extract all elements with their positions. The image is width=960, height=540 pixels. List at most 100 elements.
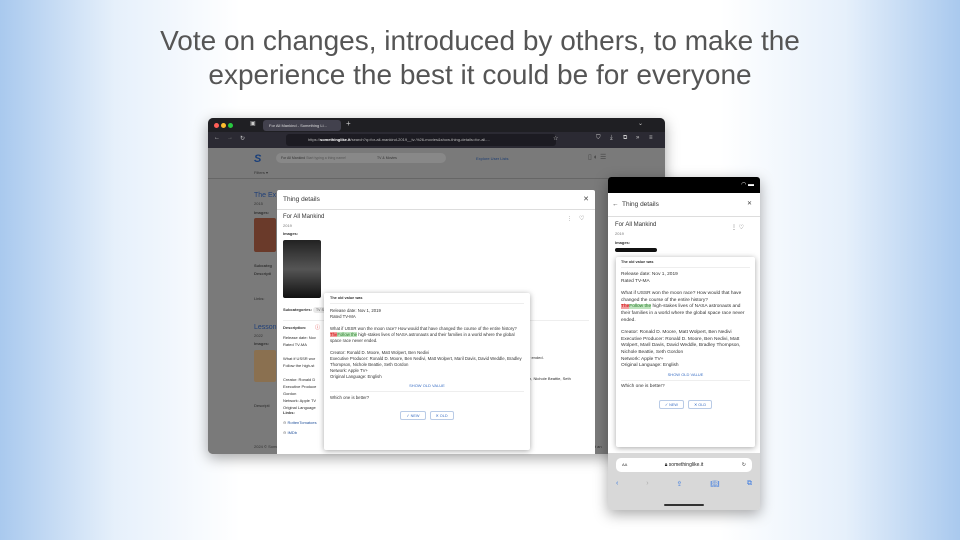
more-tools-icon[interactable]: » (636, 135, 639, 141)
explore-user-lists-link[interactable]: Explore User Lists (476, 156, 508, 161)
browser-tab[interactable]: For All Mankind - Something Li... (263, 120, 341, 131)
filters-label: Filters (254, 170, 265, 175)
desc-line: Rated TV-MA (283, 342, 307, 347)
description-label: Description: (283, 325, 307, 330)
tabs-icon[interactable]: ⧉ (747, 480, 752, 488)
bg-subcategories-label: Subcateg (254, 263, 273, 268)
description-text: Release date: Nov Rated TV-MA What if US… (283, 334, 316, 411)
bookmark-star-icon[interactable]: ☆ (553, 135, 558, 142)
address-bar[interactable]: https://somethinglike.it/search?q=for-al… (286, 134, 556, 146)
desc-line: Creator: Ronald D (283, 377, 316, 382)
back-icon[interactable]: ‹ (616, 480, 618, 488)
vote-old-button[interactable]: ✕ OLD (688, 400, 713, 410)
home-indicator (664, 504, 704, 506)
result-title[interactable]: The Ex (254, 192, 276, 199)
mobile-title: Thing details (622, 201, 659, 208)
vote-old-label: OLD (439, 414, 448, 418)
mobile-header: ← Thing details (608, 193, 760, 217)
status-bar: ◠ ▬ (608, 177, 760, 193)
link-rottentomatoes[interactable]: ⊖ RottenTomatoes (283, 420, 317, 425)
show-old-value-button[interactable]: SHOW OLD VALUE (621, 372, 750, 377)
mobile-url: 🔒︎ somethinglike.it (664, 462, 704, 468)
headline: Vote on changes, introduced by others, t… (0, 24, 960, 92)
search-input[interactable]: For All Mankind Start typing a thing nam… (276, 153, 446, 163)
link-imdb[interactable]: ⊖ IMDb (283, 430, 297, 435)
changed-warning-icon[interactable]: ⓘ (315, 324, 320, 331)
safari-nav: ‹ › ⇪ 📖︎ ⧉ (616, 480, 752, 488)
mobile-domain: somethinglike.it (668, 462, 704, 468)
old-exec: Executive Producer: Ronald D. Moore, Ben… (621, 336, 741, 355)
menu-icon[interactable]: ≡ (649, 135, 653, 141)
old-value-popover: The old value was Release date: Nov 1, 2… (324, 293, 530, 450)
show-old-value-button[interactable]: SHOW OLD VALUE (330, 383, 524, 388)
search-value: For All Mankind (281, 156, 306, 160)
device-icon[interactable]: ▯ ◐ ☰ (588, 153, 606, 161)
links-label: Links: (283, 410, 295, 415)
vote-question: Which one is better? (621, 383, 665, 389)
share-icon[interactable]: ⇪ (676, 480, 682, 488)
reload-icon[interactable]: ↻ (240, 135, 245, 142)
tab-overflow-icon[interactable]: ⌄ (638, 120, 643, 127)
nav-bar: ← → ↻ https://somethinglike.it/search?q=… (208, 132, 665, 148)
url-domain: somethinglike.it (320, 137, 351, 142)
result-images-label: Images: (254, 341, 270, 346)
mobile-phone: ◠ ▬ ← Thing details ✕ For All Mankind 20… (608, 177, 760, 510)
bg-description-label: Descripti (254, 271, 272, 276)
reload-icon[interactable]: ↻ (742, 458, 746, 472)
forward-icon[interactable]: → (227, 135, 233, 141)
subcategories-label: Subcategories: (283, 307, 312, 312)
link-icon: ⊖ (283, 420, 287, 425)
modal-title: Thing details (283, 196, 320, 203)
desc-line: Gordon (283, 391, 297, 396)
images-label: Images: (615, 240, 631, 245)
desc-tail: r ended. (529, 355, 544, 360)
minimize-window-button[interactable] (221, 123, 226, 128)
forward-icon[interactable]: › (646, 480, 648, 488)
old-creator: Creator: Ronald D. Moore, Matt Wolpert, … (621, 330, 732, 336)
extensions-icon[interactable]: ⧉ (623, 135, 627, 142)
result-images-label: Images: (254, 210, 270, 215)
old-release: Release date: Nov 1, 2019 (621, 272, 678, 277)
close-icon[interactable]: ✕ (583, 195, 589, 203)
close-window-button[interactable] (214, 123, 219, 128)
old-rated: Rated TV-MA (621, 278, 650, 284)
more-options-icon[interactable]: ⋮ ♡ (731, 224, 744, 231)
back-icon[interactable]: ← (214, 135, 220, 141)
search-placeholder: Start typing a thing name! (306, 156, 346, 160)
vote-old-button[interactable]: ✕ OLD (429, 411, 454, 420)
desc-line: Network: Apple TV (283, 398, 317, 403)
search-filter[interactable]: TV & Movies (377, 156, 397, 160)
back-arrow-icon[interactable]: ← (612, 201, 619, 208)
maximize-window-button[interactable] (228, 123, 233, 128)
mobile-address-bar[interactable]: AA 🔒︎ somethinglike.it ↻ (616, 458, 752, 472)
vote-new-button[interactable]: ✓ NEW (400, 411, 426, 420)
diff-added: Follow the (629, 304, 652, 310)
more-options-icon[interactable]: ⋮ (567, 216, 572, 222)
shield-icon[interactable]: ⛉ (596, 135, 601, 142)
vote-new-button[interactable]: ✓ NEW (658, 400, 685, 410)
tab-list-icon[interactable]: ▣ (250, 120, 256, 127)
new-tab-button[interactable]: + (346, 119, 351, 128)
bookmarks-icon[interactable]: 📖︎ (710, 480, 719, 488)
site-logo[interactable]: S (254, 153, 261, 165)
thing-year: 2019 (283, 223, 292, 228)
divider (208, 178, 665, 179)
result-title[interactable]: Lesson (254, 324, 277, 331)
headline-line-2: experience the best it could be for ever… (208, 59, 752, 90)
heart-icon[interactable]: ♡ (579, 215, 584, 222)
mobile-old-value-popover: The old value was Release date: Nov 1, 2… (616, 257, 755, 447)
thing-name: For All Mankind (283, 214, 325, 220)
filters-dropdown[interactable]: Filters ▾ (254, 170, 268, 175)
desc-tail: n, Nichole Beattie, Seth (529, 376, 571, 381)
poster-image[interactable] (283, 240, 321, 298)
close-icon[interactable]: ✕ (747, 200, 752, 207)
result-thumbnail[interactable] (254, 218, 276, 252)
desc-line: Release date: Nov (283, 335, 316, 340)
link-label: IMDb (287, 430, 298, 435)
download-icon[interactable]: ⤓ (610, 135, 613, 142)
result-year: 2015 (254, 201, 263, 206)
images-label: Images: (283, 231, 299, 236)
poster-image[interactable] (615, 248, 657, 252)
headline-line-1: Vote on changes, introduced by others, t… (160, 25, 800, 56)
result-thumbnail[interactable] (254, 350, 276, 382)
